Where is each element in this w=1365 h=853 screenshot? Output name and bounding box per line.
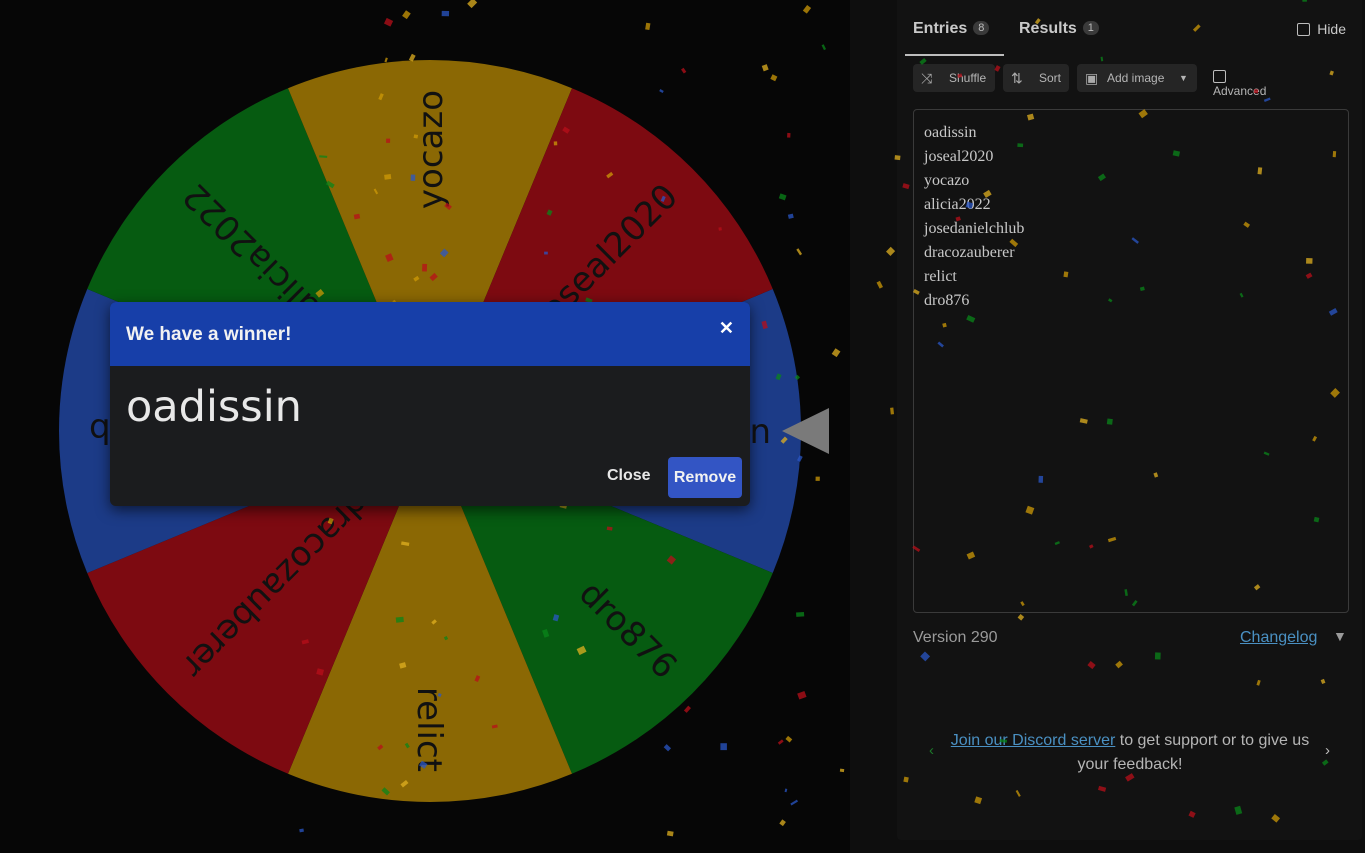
checkbox-icon [1297, 23, 1311, 36]
entries-count-badge: 8 [973, 21, 990, 35]
entry-item: dracozauberer [924, 244, 1015, 261]
checkbox-icon [1213, 70, 1226, 83]
sidebar: Entries 8 Results 1 Hide ⤨ Shuffle ⇅ Sort … [850, 0, 1365, 853]
entry-item: relict [924, 268, 957, 285]
changelog-link[interactable]: Changelog [1240, 629, 1317, 647]
entry-item: josedanielchlub [924, 220, 1025, 237]
shuffle-label: Shuffle [949, 71, 987, 85]
sort-label: Sort [1039, 71, 1062, 85]
advanced-label: Advanced [1213, 84, 1267, 98]
tab-bar: Entries 8 Results 1 [897, 10, 1362, 56]
hide-label: Hide [1317, 21, 1346, 37]
dialog-header: We have a winner! ✕ [110, 302, 750, 366]
active-tab-indicator [905, 54, 1004, 56]
hide-checkbox[interactable]: Hide [1297, 21, 1346, 37]
carousel-next-icon[interactable]: › [1325, 742, 1330, 759]
image-icon: ▣ [1085, 70, 1099, 86]
tab-entries-label: Entries [913, 20, 968, 37]
winner-dialog: We have a winner! ✕ oadissin Close Remov… [110, 302, 750, 506]
discord-link[interactable]: Join our Discord server [951, 732, 1116, 749]
sort-icon: ⇅ [1011, 70, 1023, 86]
entries-panel: Entries 8 Results 1 Hide ⤨ Shuffle ⇅ Sort … [897, 0, 1362, 840]
chevron-down-icon: ▼ [1179, 73, 1188, 83]
carousel-prev-icon[interactable]: ‹ [929, 742, 934, 759]
version-text: Version 290 [913, 629, 998, 646]
tab-results[interactable]: Results 1 [1019, 20, 1099, 38]
remove-button[interactable]: Remove [668, 457, 742, 498]
entry-item: oadissin [924, 124, 977, 141]
shuffle-button[interactable]: ⤨ Shuffle [913, 64, 995, 92]
dialog-title: We have a winner! [126, 324, 292, 345]
add-image-label: Add image [1107, 71, 1165, 85]
winner-name: oadissin [126, 382, 302, 432]
discord-message: Join our Discord server to get support o… [949, 729, 1311, 777]
entries-list: oadissin joseal2020 yocazo alicia2022 joseda… [914, 110, 1348, 316]
entry-item: yocazo [924, 172, 970, 189]
sort-button[interactable]: ⇅ Sort [1003, 64, 1069, 92]
results-count-badge: 1 [1082, 21, 1099, 35]
advanced-checkbox[interactable]: Advanced [1213, 70, 1266, 98]
entry-item: dro876 [924, 292, 970, 309]
chevron-down-icon[interactable]: ▼ [1333, 628, 1347, 644]
entry-item: joseal2020 [924, 148, 994, 165]
tab-results-label: Results [1019, 20, 1077, 37]
close-icon[interactable]: ✕ [719, 318, 734, 339]
tab-entries[interactable]: Entries 8 [913, 20, 990, 38]
entries-textarea[interactable]: oadissin joseal2020 yocazo alicia2022 joseda… [913, 109, 1349, 613]
wheel-pointer-icon [782, 408, 829, 454]
shuffle-icon: ⤨ [921, 70, 933, 86]
add-image-button[interactable]: ▣ Add image ▼ [1077, 64, 1197, 92]
close-button[interactable]: Close [607, 467, 651, 485]
entry-item: alicia2022 [924, 196, 991, 213]
